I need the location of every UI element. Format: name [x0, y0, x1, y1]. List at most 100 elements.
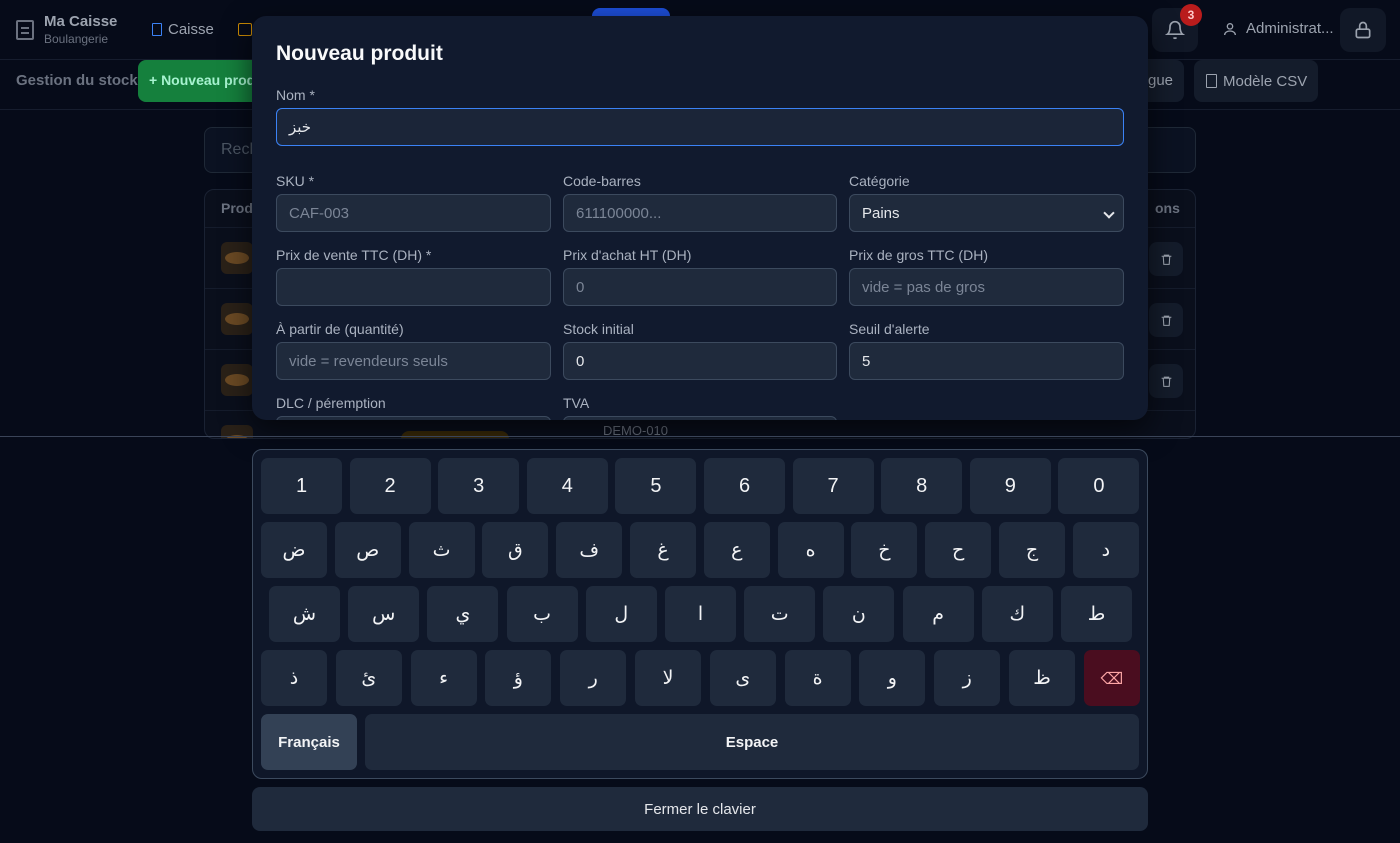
key-letter[interactable]: غ — [630, 522, 696, 578]
alert-threshold-input[interactable]: 5 — [849, 342, 1124, 380]
key-letter[interactable]: ض — [261, 522, 327, 578]
from-qty-label: À partir de (quantité) — [276, 321, 404, 337]
close-keyboard-button[interactable]: Fermer le clavier — [252, 787, 1148, 831]
key-letter[interactable]: ص — [334, 522, 401, 578]
key-letter[interactable]: ة — [784, 650, 851, 706]
key-letter[interactable]: لا — [635, 650, 701, 706]
table-header-actions: ons — [1155, 200, 1180, 216]
brand: Ma Caisse Boulangerie — [16, 13, 146, 46]
document-icon — [152, 23, 162, 36]
new-product-modal: Nouveau produit Nom * خبز SKU * CAF-003 … — [252, 16, 1148, 420]
user-menu[interactable]: Administrat... — [1222, 20, 1334, 37]
key-letter[interactable]: ئ — [335, 650, 402, 706]
key-8[interactable]: 8 — [881, 458, 963, 514]
space-key[interactable]: Espace — [365, 714, 1139, 770]
key-letter[interactable]: ز — [934, 650, 1001, 706]
category-select[interactable]: Pains — [849, 194, 1124, 232]
category-label: Catégorie — [849, 173, 910, 189]
key-3[interactable]: 3 — [438, 458, 520, 514]
key-6[interactable]: 6 — [704, 458, 785, 514]
wholesale-price-input[interactable]: vide = pas de gros — [849, 268, 1124, 306]
nav-caisse-label: Caisse — [168, 21, 214, 38]
key-7[interactable]: 7 — [792, 458, 874, 514]
key-letter[interactable]: ه — [777, 522, 844, 578]
purchase-price-label: Prix d'achat HT (DH) — [563, 247, 692, 263]
language-toggle-key[interactable]: Français — [261, 714, 357, 770]
sku-input[interactable]: CAF-003 — [276, 194, 551, 232]
key-letter[interactable]: ذ — [261, 650, 327, 706]
key-letter[interactable]: ب — [506, 586, 578, 642]
backspace-key[interactable]: ⌫ — [1083, 650, 1140, 706]
key-letter[interactable]: خ — [851, 522, 918, 578]
bell-icon — [1165, 20, 1185, 40]
key-letter[interactable]: ش — [269, 586, 340, 642]
key-letter[interactable]: ج — [999, 522, 1065, 578]
key-letter[interactable]: ح — [925, 522, 992, 578]
key-4[interactable]: 4 — [526, 458, 608, 514]
key-letter[interactable]: ث — [408, 522, 475, 578]
csv-template-label: Modèle CSV — [1223, 72, 1308, 90]
receipt-icon — [16, 19, 34, 40]
barcode-input[interactable]: 611100000... — [563, 194, 837, 232]
delete-button[interactable] — [1149, 303, 1183, 337]
from-qty-input[interactable]: vide = revendeurs seuls — [276, 342, 551, 380]
key-letter[interactable]: ء — [410, 650, 477, 706]
app-name: Ma Caisse — [44, 13, 118, 30]
key-letter[interactable]: ف — [556, 522, 623, 578]
key-letter[interactable]: ي — [427, 586, 499, 642]
chevron-down-icon — [1103, 207, 1115, 219]
page-title: Gestion du stock — [16, 72, 138, 89]
delete-button[interactable] — [1149, 242, 1183, 276]
key-letter[interactable]: ك — [981, 586, 1053, 642]
key-letter[interactable]: ن — [823, 586, 895, 642]
key-letter[interactable]: ر — [560, 650, 627, 706]
key-0[interactable]: 0 — [1058, 458, 1140, 514]
sale-price-label: Prix de vente TTC (DH) * — [276, 247, 432, 263]
purchase-price-input[interactable]: 0 — [563, 268, 837, 306]
lock-icon — [1355, 21, 1371, 39]
table-header-product: Prod — [221, 200, 253, 216]
key-letter[interactable]: ى — [709, 650, 776, 706]
expiry-input[interactable] — [276, 416, 551, 420]
product-thumbnail — [221, 242, 253, 274]
modal-title: Nouveau produit — [276, 42, 443, 65]
trash-icon — [1161, 254, 1171, 265]
store-name: Boulangerie — [44, 32, 109, 46]
key-2[interactable]: 2 — [349, 458, 431, 514]
key-letter[interactable]: ظ — [1009, 650, 1075, 706]
key-letter[interactable]: د — [1072, 522, 1139, 578]
key-9[interactable]: 9 — [969, 458, 1051, 514]
key-5[interactable]: 5 — [615, 458, 697, 514]
key-letter[interactable]: س — [348, 586, 420, 642]
nav-caisse[interactable]: Caisse — [152, 21, 214, 38]
key-1[interactable]: 1 — [261, 458, 342, 514]
key-letter[interactable]: ت — [744, 586, 816, 642]
name-label: Nom * — [276, 87, 315, 103]
category-value: Pains — [862, 204, 900, 222]
sku-label: SKU * — [276, 173, 315, 189]
lock-button[interactable] — [1340, 8, 1386, 52]
vat-label: TVA — [563, 395, 590, 411]
key-letter[interactable]: ط — [1061, 586, 1132, 642]
barcode-label: Code-barres — [563, 173, 641, 189]
trash-icon — [1161, 315, 1171, 326]
csv-template-button[interactable]: Modèle CSV — [1194, 60, 1318, 102]
alert-threshold-label: Seuil d'alerte — [849, 321, 930, 337]
name-input[interactable]: خبز — [276, 108, 1124, 146]
category-tag — [401, 431, 509, 438]
initial-stock-input[interactable]: 0 — [563, 342, 837, 380]
expiry-label: DLC / péremption — [276, 395, 386, 411]
file-icon — [1206, 74, 1217, 88]
key-letter[interactable]: ؤ — [485, 650, 552, 706]
sale-price-input[interactable] — [276, 268, 551, 306]
vat-select[interactable] — [563, 416, 837, 420]
wholesale-price-label: Prix de gros TTC (DH) — [849, 247, 988, 263]
key-letter[interactable]: ا — [665, 586, 736, 642]
key-letter[interactable]: ل — [585, 586, 657, 642]
key-letter[interactable]: و — [859, 650, 926, 706]
delete-button[interactable] — [1149, 364, 1183, 398]
key-letter[interactable]: ع — [703, 522, 770, 578]
key-letter[interactable]: ق — [482, 522, 549, 578]
key-letter[interactable]: م — [902, 586, 974, 642]
scroll-icon[interactable] — [237, 23, 252, 36]
